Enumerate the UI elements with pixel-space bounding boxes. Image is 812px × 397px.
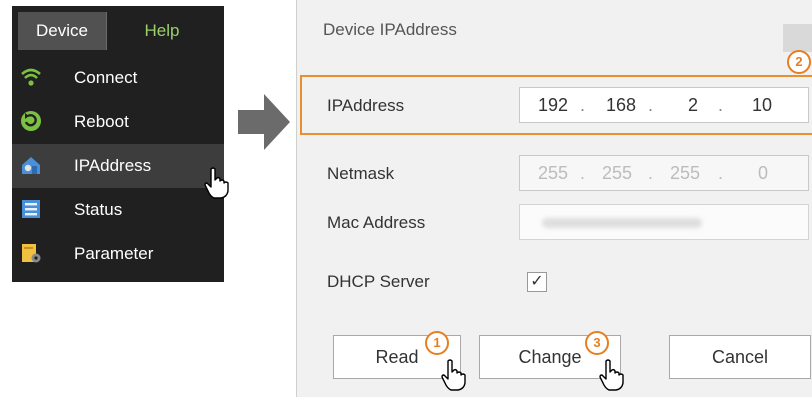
menu-item-status[interactable]: Status [12,188,224,232]
ip-address-input[interactable]: 192 . 168 . 2 . 10 [519,87,809,123]
menu-item-label: Status [74,200,123,219]
menu-item-label: Parameter [74,244,154,263]
ip-label: IPAddress [327,96,405,115]
dhcp-server-checkbox[interactable]: ✓ [527,272,547,292]
hand-cursor-icon [599,359,624,391]
menu-item-ipaddress[interactable]: IPAddress [12,144,224,188]
status-list-icon [22,200,40,218]
step-badge-1: 1 [425,331,449,355]
menu-item-label: Connect [74,68,138,87]
ip-dot: . [648,95,654,115]
netmask-octet-1: 255 [538,163,569,183]
parameter-icon [22,244,41,263]
netmask-dot: . [648,163,654,183]
menu-item-label: IPAddress [74,156,152,175]
refresh-icon [21,111,41,131]
ip-octet-4: 10 [752,95,773,115]
netmask-octet-4: 0 [758,163,769,183]
menu-item-parameter[interactable]: Parameter [12,232,224,276]
dialog-title: Device IPAddress [323,20,457,39]
hand-cursor-icon [204,167,229,199]
ip-octet-3: 2 [688,95,699,115]
hand-cursor-icon [441,359,466,391]
netmask-octet-2: 255 [602,163,633,183]
cancel-button[interactable]: Cancel [669,335,811,379]
mac-address-label: Mac Address [327,213,426,232]
blurred-mac-value [542,218,702,228]
menu-item-label: Reboot [74,112,129,131]
netmask-label: Netmask [327,164,395,183]
menu-device[interactable]: Device [18,12,107,50]
ip-dot: . [580,95,586,115]
dhcp-server-label: DHCP Server [327,272,430,291]
menu-bar: Device Help [12,6,224,56]
ip-address-dialog: Device IPAddress 2 IPAddress 192 . 168 .… [296,0,812,397]
right-arrow-icon [238,94,290,150]
close-button[interactable] [783,24,812,52]
ip-dot: . [718,95,724,115]
netmask-input[interactable]: 255 . 255 . 255 . 0 [519,155,809,191]
netmask-dot: . [580,163,586,183]
device-menu: Device Help Connect Reboot IPAddress Sta… [12,6,229,282]
menu-item-reboot[interactable]: Reboot [12,100,224,144]
menu-help[interactable]: Help [112,12,212,50]
step-badge-3: 3 [585,331,609,355]
ip-octet-1: 192 [538,95,569,115]
step-badge-2: 2 [787,50,811,74]
wifi-icon [21,68,41,86]
netmask-dot: . [718,163,724,183]
mac-address-field[interactable] [519,204,809,240]
home-network-icon [22,157,40,174]
ip-octet-2: 168 [606,95,637,115]
menu-item-connect[interactable]: Connect [12,56,224,100]
netmask-octet-3: 255 [670,163,701,183]
